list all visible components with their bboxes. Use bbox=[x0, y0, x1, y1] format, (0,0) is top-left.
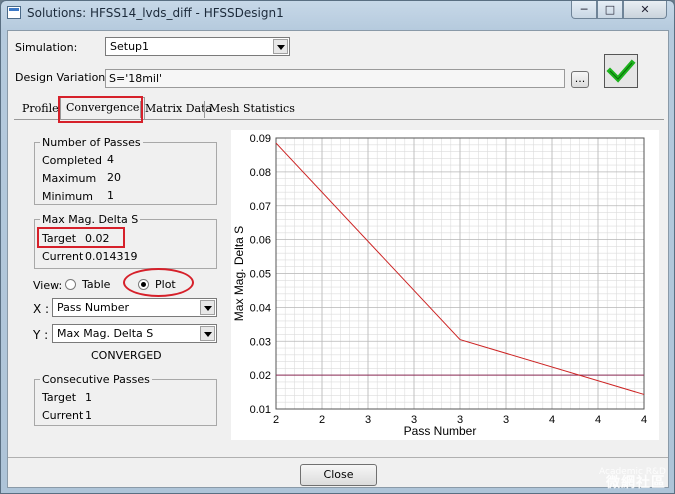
y-tick-label: 0.08 bbox=[250, 167, 271, 179]
y-tick-label: 0.01 bbox=[250, 404, 271, 416]
x-tick-label: 3 bbox=[365, 414, 371, 426]
simulation-select[interactable]: Setup1 bbox=[105, 37, 290, 56]
consecutive-current-value: 1 bbox=[85, 409, 92, 422]
y-axis-title: Max Mag. Delta S bbox=[232, 226, 246, 321]
window-title: Solutions: HFSS14_lvds_diff - HFSSDesign… bbox=[27, 6, 284, 20]
y-tick-label: 0.06 bbox=[250, 235, 271, 247]
x-axis-label: X : bbox=[33, 302, 50, 316]
target-highlight bbox=[37, 227, 125, 248]
watermark: Academic R&D 微網社區 bbox=[599, 467, 666, 491]
tab-profile[interactable]: Profile bbox=[18, 101, 63, 118]
maximum-label: Maximum bbox=[42, 172, 97, 185]
x-tick-label: 2 bbox=[273, 414, 279, 426]
chevron-down-icon[interactable] bbox=[200, 300, 215, 315]
maximum-value: 20 bbox=[107, 171, 121, 184]
delta-current-value: 0.014319 bbox=[85, 250, 138, 263]
solutions-window: Solutions: HFSS14_lvds_diff - HFSSDesign… bbox=[0, 0, 675, 494]
y-axis-label: Y : bbox=[33, 328, 49, 342]
x-axis-value: Pass Number bbox=[57, 301, 130, 314]
convergence-plot: 2 2 3 3 3 3 4 4 4 0.01 0.02 0.03 0.04 0.05 0.06 0.07 0.0… bbox=[231, 130, 659, 440]
minimum-value: 1 bbox=[107, 189, 114, 202]
completed-value: 4 bbox=[107, 153, 114, 166]
completed-label: Completed bbox=[42, 154, 102, 167]
x-axis-select[interactable]: Pass Number bbox=[52, 298, 217, 317]
x-tick-label: 4 bbox=[549, 414, 555, 426]
max-mag-delta-s-title: Max Mag. Delta S bbox=[40, 213, 141, 226]
dialog-body: Simulation: Setup1 Design Variation: S='… bbox=[7, 30, 669, 488]
convergence-status: CONVERGED bbox=[91, 349, 162, 362]
view-table-label[interactable]: Table bbox=[82, 278, 110, 291]
chevron-down-icon[interactable] bbox=[273, 39, 288, 54]
view-label: View: bbox=[33, 279, 63, 292]
design-variation-field[interactable]: S='18mil' bbox=[105, 69, 565, 88]
consecutive-passes-group: Consecutive Passes Target 1 Current 1 bbox=[34, 373, 217, 426]
number-of-passes-title: Number of Passes bbox=[40, 136, 143, 149]
footer-divider bbox=[8, 457, 668, 458]
y-tick-label: 0.05 bbox=[250, 269, 271, 281]
delta-current-label: Current bbox=[42, 250, 84, 263]
convergence-tab-highlight bbox=[58, 96, 143, 123]
tab-mesh-statistics[interactable]: Mesh Statistics bbox=[204, 101, 299, 118]
title-bar[interactable]: Solutions: HFSS14_lvds_diff - HFSSDesign… bbox=[1, 1, 674, 25]
checkmark-icon bbox=[606, 59, 636, 83]
x-axis-title: Pass Number bbox=[404, 424, 477, 438]
consecutive-current-label: Current bbox=[42, 409, 84, 422]
close-window-button[interactable]: ✕ bbox=[623, 1, 667, 19]
consecutive-target-label: Target bbox=[42, 391, 77, 404]
apply-checkmark-button[interactable] bbox=[604, 54, 638, 88]
watermark-line2: 微網社區 bbox=[606, 475, 666, 491]
maximize-button[interactable]: □ bbox=[597, 1, 623, 19]
design-variation-label: Design Variation: bbox=[15, 71, 109, 84]
consecutive-target-value: 1 bbox=[85, 391, 92, 404]
plot-radio-highlight bbox=[123, 268, 194, 297]
x-tick-label: 3 bbox=[503, 414, 509, 426]
minimum-label: Minimum bbox=[42, 190, 93, 203]
convergence-chart: 2 2 3 3 3 3 4 4 40.010.020.030.040.050.060.070.0… bbox=[232, 133, 647, 438]
consecutive-passes-title: Consecutive Passes bbox=[40, 373, 152, 386]
close-button[interactable]: Close bbox=[300, 464, 377, 486]
y-tick-label: 0.04 bbox=[250, 302, 271, 314]
y-axis-select[interactable]: Max Mag. Delta S bbox=[52, 324, 217, 343]
y-tick-label: 0.07 bbox=[250, 201, 271, 213]
simulation-label: Simulation: bbox=[15, 41, 78, 54]
y-axis-value: Max Mag. Delta S bbox=[57, 327, 154, 340]
y-tick-label: 0.02 bbox=[250, 370, 271, 382]
browse-variation-button[interactable]: ... bbox=[571, 71, 589, 88]
x-tick-label: 4 bbox=[595, 414, 601, 426]
app-icon bbox=[7, 6, 21, 19]
y-tick-label: 0.03 bbox=[250, 336, 271, 348]
view-table-radio[interactable] bbox=[65, 279, 76, 290]
number-of-passes-group: Number of Passes Completed 4 Maximum 20 … bbox=[34, 136, 217, 205]
simulation-value: Setup1 bbox=[110, 40, 150, 53]
x-tick-label: 4 bbox=[641, 414, 647, 426]
y-tick-label: 0.09 bbox=[250, 133, 271, 145]
chevron-down-icon[interactable] bbox=[200, 326, 215, 341]
minimize-button[interactable]: ─ bbox=[571, 1, 597, 19]
x-tick-label: 2 bbox=[319, 414, 325, 426]
